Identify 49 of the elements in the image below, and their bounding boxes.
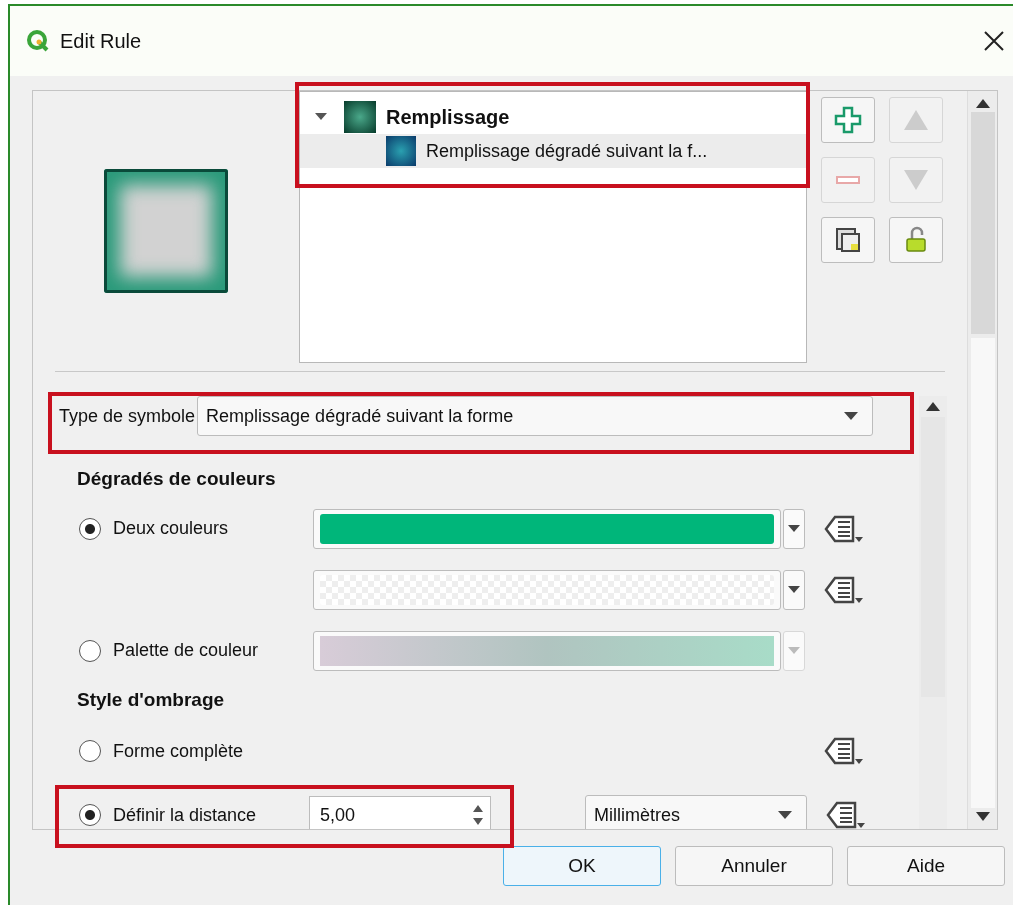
close-icon[interactable] bbox=[983, 30, 1005, 52]
distance-spinbox[interactable]: 5,00 bbox=[309, 796, 491, 829]
add-button[interactable] bbox=[821, 97, 875, 143]
gradient-symbol-icon bbox=[386, 136, 416, 166]
radio-label: Définir la distance bbox=[113, 804, 257, 826]
radio-button[interactable] bbox=[79, 740, 101, 763]
radio-label: Palette de couleur bbox=[113, 640, 259, 662]
scroll-up-icon[interactable] bbox=[975, 99, 990, 108]
duplicate-button[interactable] bbox=[821, 217, 875, 263]
fill-symbol-icon bbox=[344, 101, 376, 133]
caret-icon[interactable] bbox=[314, 112, 328, 122]
tree-item[interactable]: Remplissage dégradé suivant la f... bbox=[300, 134, 806, 168]
caret-icon bbox=[788, 586, 800, 594]
dropdown-value: Millimètres bbox=[594, 804, 680, 826]
color-picker[interactable] bbox=[313, 508, 781, 549]
caret-icon bbox=[788, 525, 800, 533]
dialog-button[interactable]: OK bbox=[503, 846, 661, 886]
plus-icon bbox=[833, 105, 863, 135]
unlock-button[interactable] bbox=[889, 217, 943, 263]
caret-icon bbox=[844, 412, 859, 421]
color-picker[interactable] bbox=[313, 569, 781, 610]
spin-arrows-icon[interactable] bbox=[472, 804, 484, 827]
app-logo-icon bbox=[26, 29, 50, 53]
radio-button[interactable] bbox=[79, 517, 101, 540]
minus-icon bbox=[836, 176, 860, 184]
caret-icon bbox=[778, 811, 792, 820]
radio-label: Deux couleurs bbox=[113, 518, 229, 540]
dialog-button[interactable]: Annuler bbox=[675, 846, 833, 886]
tree-item-label: Remplissage bbox=[386, 105, 510, 129]
radio-button[interactable] bbox=[79, 804, 101, 827]
dialog-button[interactable]: Aide bbox=[847, 846, 1005, 886]
scroll-up-icon[interactable] bbox=[926, 402, 940, 412]
dropdown-arrow-button[interactable] bbox=[783, 508, 805, 549]
symbol-type-label: Type de symbole bbox=[59, 405, 196, 427]
tree-item[interactable]: Remplissage bbox=[300, 100, 806, 134]
scroll-down-icon[interactable] bbox=[975, 812, 990, 821]
scrollbar[interactable] bbox=[967, 91, 997, 829]
section-heading: Dégradés de couleurs bbox=[77, 468, 277, 492]
symbol-type-dropdown[interactable]: Remplissage dégradé suivant la forme bbox=[197, 396, 874, 437]
caret-icon bbox=[788, 647, 800, 655]
dropdown-arrow-button[interactable] bbox=[783, 569, 805, 610]
unit-dropdown[interactable]: Millimètres bbox=[585, 795, 807, 829]
radio-label: Forme complète bbox=[113, 740, 244, 762]
dropdown-value: Remplissage dégradé suivant la forme bbox=[206, 405, 514, 427]
window-title: Edit Rule bbox=[60, 29, 143, 53]
spinbox-value: 5,00 bbox=[320, 804, 356, 826]
duplicate-icon bbox=[833, 225, 863, 255]
tree-item-label: Remplissage dégradé suivant la f... bbox=[426, 140, 708, 162]
section-heading: Style d'ombrage bbox=[77, 689, 226, 713]
